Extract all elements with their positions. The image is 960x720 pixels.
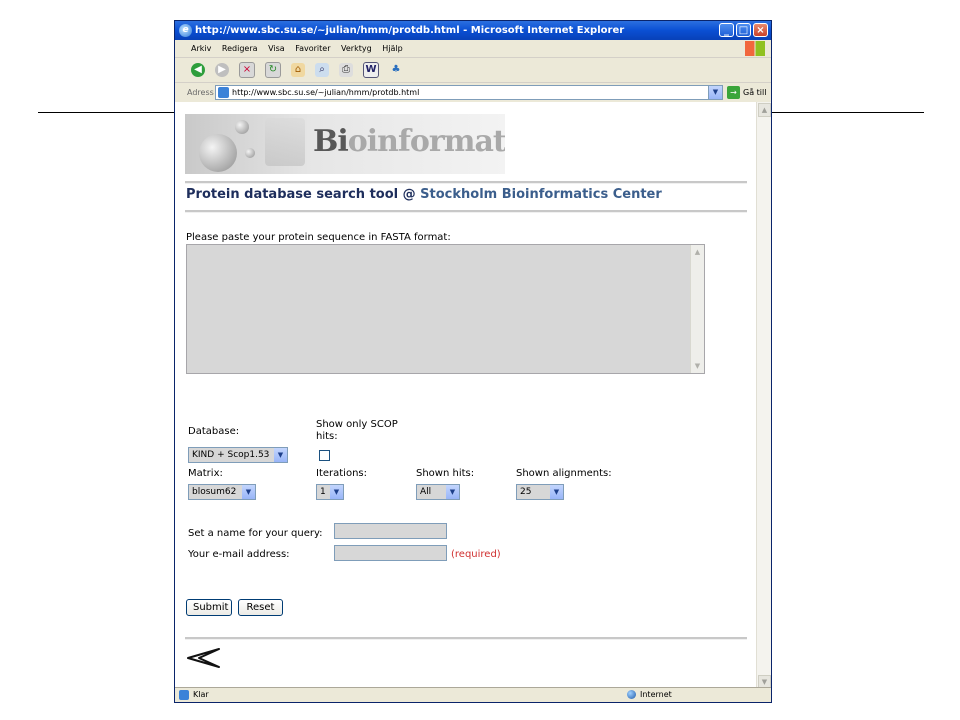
- shown-alignments-select[interactable]: 25 ▼: [516, 484, 564, 500]
- chevron-down-icon: ▼: [550, 485, 563, 499]
- query-name-input[interactable]: [334, 523, 447, 539]
- matrix-label: Matrix:: [188, 468, 223, 479]
- go-arrow-icon: →: [727, 86, 740, 99]
- menu-arkiv[interactable]: Arkiv: [191, 44, 211, 53]
- menu-favoriter[interactable]: Favoriter: [295, 44, 330, 53]
- messenger-icon[interactable]: ♣: [389, 63, 403, 77]
- menu-verktyg[interactable]: Verktyg: [341, 44, 372, 53]
- scroll-up-icon[interactable]: ▲: [692, 246, 703, 258]
- status-bar: Klar Internet: [175, 687, 771, 702]
- query-name-label: Set a name for your query:: [188, 528, 323, 539]
- iterations-select[interactable]: 1 ▼: [316, 484, 344, 500]
- matrix-select[interactable]: blosum62 ▼: [188, 484, 256, 500]
- textarea-scrollbar[interactable]: ▲ ▼: [690, 245, 704, 373]
- shown-hits-select[interactable]: All ▼: [416, 484, 460, 500]
- windows-flag-icon: [745, 41, 765, 56]
- page-icon: [218, 87, 229, 98]
- address-url: http://www.sbc.su.se/~julian/hmm/protdb.…: [232, 88, 420, 97]
- paper-plane-icon: [187, 648, 220, 668]
- stop-icon[interactable]: ×: [239, 62, 255, 78]
- chevron-down-icon: ▼: [274, 448, 287, 462]
- divider: [185, 181, 747, 184]
- database-select[interactable]: KIND + Scop1.53 ▼: [188, 447, 288, 463]
- required-note: (required): [451, 549, 501, 560]
- search-icon[interactable]: ⌕: [315, 63, 329, 77]
- status-text: Klar: [193, 690, 209, 699]
- banner-orb: [245, 148, 255, 158]
- chevron-down-icon[interactable]: ▼: [708, 86, 722, 99]
- scroll-up-icon[interactable]: ▲: [758, 103, 771, 117]
- shown-hits-label: Shown hits:: [416, 468, 475, 479]
- go-label: Gå till: [743, 88, 767, 97]
- page-title: Protein database search tool @ Stockholm…: [186, 187, 662, 202]
- address-input[interactable]: http://www.sbc.su.se/~julian/hmm/protdb.…: [215, 85, 723, 100]
- database-label: Database:: [188, 426, 240, 437]
- chevron-down-icon: ▼: [446, 485, 459, 499]
- chevron-down-icon: ▼: [242, 485, 255, 499]
- divider: [185, 210, 747, 213]
- browser-window: e http://www.sbc.su.se/~julian/hmm/protd…: [174, 20, 772, 703]
- menu-bar: Arkiv Redigera Visa Favoriter Verktyg Hj…: [175, 40, 771, 58]
- minimize-button[interactable]: _: [719, 23, 734, 37]
- address-label: Adress: [187, 88, 214, 97]
- banner-monitor: [265, 118, 305, 166]
- chevron-down-icon: ▼: [330, 485, 343, 499]
- close-button[interactable]: ×: [753, 23, 768, 37]
- banner-orb: [199, 134, 237, 172]
- toolbar: ◀ ▶ × ↻ ⌂ ⌕ ⎙ W ♣: [175, 58, 771, 83]
- refresh-icon[interactable]: ↻: [265, 62, 281, 78]
- submit-button[interactable]: Submit: [186, 599, 232, 616]
- slide-divider-right: [772, 112, 924, 113]
- iterations-label: Iterations:: [316, 468, 367, 479]
- banner-orb: [235, 120, 249, 134]
- scop-label: Show only SCOP hits:: [316, 419, 398, 442]
- scop-only-checkbox[interactable]: [319, 450, 330, 461]
- home-icon[interactable]: ⌂: [291, 63, 305, 77]
- page-done-icon: [179, 690, 189, 700]
- shown-alignments-label: Shown alignments:: [516, 468, 612, 479]
- go-button[interactable]: → Gå till: [727, 86, 766, 99]
- email-input[interactable]: [334, 545, 447, 561]
- forward-icon[interactable]: ▶: [215, 63, 229, 77]
- print-icon[interactable]: ⎙: [339, 63, 353, 77]
- back-icon[interactable]: ◀: [191, 63, 205, 77]
- divider: [185, 637, 747, 640]
- word-icon[interactable]: W: [363, 62, 379, 78]
- page-content: Bioinformatics Protein database search t…: [175, 102, 757, 690]
- security-zone: Internet: [627, 688, 672, 702]
- ie-logo-icon: e: [179, 24, 192, 37]
- slide-divider-left: [38, 112, 174, 113]
- reset-button[interactable]: Reset: [238, 599, 283, 616]
- menu-hjalp[interactable]: Hjälp: [382, 44, 402, 53]
- page-scrollbar[interactable]: ▲ ▼: [756, 102, 771, 690]
- title-bar: e http://www.sbc.su.se/~julian/hmm/protd…: [175, 21, 771, 40]
- bioinformatics-logo: Bioinformatics: [313, 124, 505, 159]
- menu-visa[interactable]: Visa: [268, 44, 285, 53]
- scroll-down-icon[interactable]: ▼: [692, 360, 703, 372]
- email-label: Your e-mail address:: [188, 549, 290, 560]
- paste-label: Please paste your protein sequence in FA…: [186, 232, 451, 243]
- address-bar: Adress http://www.sbc.su.se/~julian/hmm/…: [175, 83, 771, 104]
- globe-icon: [627, 690, 636, 699]
- bioinformatics-banner: Bioinformatics: [185, 114, 505, 174]
- center-link[interactable]: Stockholm Bioinformatics Center: [420, 187, 662, 202]
- menu-redigera[interactable]: Redigera: [222, 44, 258, 53]
- window-title: http://www.sbc.su.se/~julian/hmm/protdb.…: [195, 25, 625, 36]
- sequence-textarea[interactable]: ▲ ▼: [186, 244, 705, 374]
- maximize-button[interactable]: □: [736, 23, 751, 37]
